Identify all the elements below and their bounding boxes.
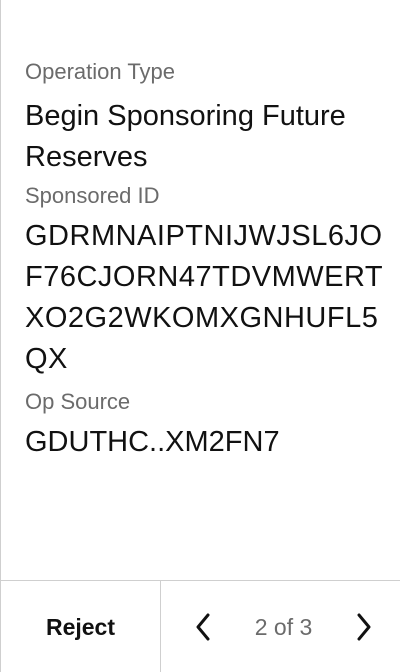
page-indicator: 2 of 3 <box>254 613 313 640</box>
op-source-value: GDUTHC..XM2FN7 <box>25 426 280 458</box>
reject-button[interactable]: Reject <box>1 581 161 672</box>
chevron-right-icon[interactable] <box>350 607 378 647</box>
pagination: 2 of 3 <box>161 581 400 672</box>
operation-type-label: Operation Type <box>25 59 176 84</box>
sponsored-id-label: Sponsored ID <box>25 183 160 208</box>
operation-type-value: Begin Sponsoring Future Reserves <box>25 100 346 173</box>
sponsored-id-section: Sponsored ID GDRMNAIPTNIJWJSL6JOF76CJORN… <box>25 182 384 380</box>
chevron-left-icon[interactable] <box>189 607 217 647</box>
operation-type-section: Operation Type Begin Sponsoring Future R… <box>25 58 384 178</box>
op-source-label: Op Source <box>25 389 131 414</box>
footer-bar: Reject 2 of 3 <box>1 580 400 672</box>
transaction-review-screen: Operation Type Begin Sponsoring Future R… <box>0 0 400 672</box>
operation-details: Operation Type Begin Sponsoring Future R… <box>25 58 384 463</box>
op-source-section: Op Source GDUTHC..XM2FN7 <box>25 388 384 463</box>
sponsored-id-value: GDRMNAIPTNIJWJSL6JOF76CJORN47TDVMWERTXO2… <box>25 220 384 375</box>
